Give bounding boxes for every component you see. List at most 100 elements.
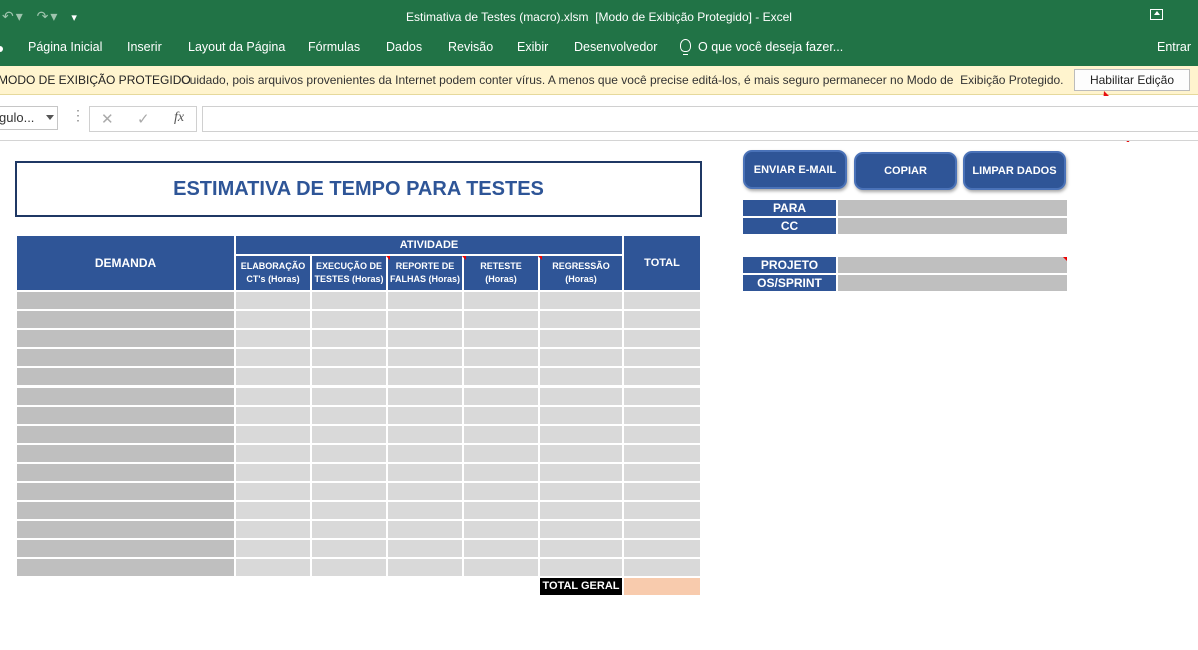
total-cell[interactable] [624,502,700,520]
formula-input[interactable] [202,106,1198,132]
elaboracao-cell[interactable] [236,483,310,501]
elaboracao-cell[interactable] [236,521,310,539]
reteste-cell[interactable] [464,559,538,577]
total-cell[interactable] [624,368,700,386]
elaboracao-cell[interactable] [236,406,310,424]
regressao-cell[interactable] [540,311,622,329]
regressao-cell[interactable] [540,540,622,558]
elaboracao-cell[interactable] [236,330,310,348]
reporte-cell[interactable] [388,483,462,501]
regressao-cell[interactable] [540,483,622,501]
elaboracao-cell[interactable] [236,444,310,462]
tab-inserir[interactable]: Inserir [127,40,162,54]
reteste-cell[interactable] [464,406,538,424]
regressao-cell[interactable] [540,292,622,310]
reporte-cell[interactable] [388,540,462,558]
regressao-cell[interactable] [540,502,622,520]
execucao-cell[interactable] [312,502,386,520]
reporte-cell[interactable] [388,425,462,443]
total-cell[interactable] [624,444,700,462]
tab-dados[interactable]: Dados [386,40,422,54]
total-cell[interactable] [624,425,700,443]
total-cell[interactable] [624,406,700,424]
elaboracao-cell[interactable] [236,559,310,577]
os-sprint-field[interactable] [837,274,1068,292]
projeto-field[interactable] [837,256,1068,274]
total-cell[interactable] [624,540,700,558]
total-cell[interactable] [624,521,700,539]
regressao-cell[interactable] [540,387,622,405]
demanda-cell[interactable] [17,311,234,329]
ribbon-display-options-icon[interactable] [1150,9,1163,20]
elaboracao-cell[interactable] [236,368,310,386]
reporte-cell[interactable] [388,311,462,329]
regressao-cell[interactable] [540,444,622,462]
cc-field[interactable] [837,217,1068,235]
reteste-cell[interactable] [464,368,538,386]
reteste-cell[interactable] [464,444,538,462]
elaboracao-cell[interactable] [236,349,310,367]
reporte-cell[interactable] [388,444,462,462]
demanda-cell[interactable] [17,425,234,443]
execucao-cell[interactable] [312,292,386,310]
total-cell[interactable] [624,349,700,367]
demanda-cell[interactable] [17,521,234,539]
reteste-cell[interactable] [464,349,538,367]
enter-icon[interactable]: ✓ [137,110,150,128]
total-cell[interactable] [624,559,700,577]
demanda-cell[interactable] [17,444,234,462]
total-cell[interactable] [624,463,700,481]
reteste-cell[interactable] [464,463,538,481]
total-geral-value[interactable] [624,578,700,595]
execucao-cell[interactable] [312,349,386,367]
reteste-cell[interactable] [464,311,538,329]
enable-editing-button[interactable]: Habilitar Edição [1074,69,1190,91]
execucao-cell[interactable] [312,483,386,501]
demanda-cell[interactable] [17,540,234,558]
file-tab-edge[interactable] [0,46,3,52]
elaboracao-cell[interactable] [236,463,310,481]
reporte-cell[interactable] [388,406,462,424]
total-cell[interactable] [624,311,700,329]
reporte-cell[interactable] [388,502,462,520]
execucao-cell[interactable] [312,425,386,443]
tab-formulas[interactable]: Fórmulas [308,40,360,54]
demanda-cell[interactable] [17,483,234,501]
regressao-cell[interactable] [540,425,622,443]
reporte-cell[interactable] [388,368,462,386]
cancel-icon[interactable]: ✕ [101,110,114,128]
execucao-cell[interactable] [312,521,386,539]
elaboracao-cell[interactable] [236,292,310,310]
total-cell[interactable] [624,292,700,310]
demanda-cell[interactable] [17,502,234,520]
insert-function-icon[interactable]: fx [174,110,184,126]
reporte-cell[interactable] [388,349,462,367]
tab-revisao[interactable]: Revisão [448,40,493,54]
reteste-cell[interactable] [464,292,538,310]
reteste-cell[interactable] [464,521,538,539]
elaboracao-cell[interactable] [236,540,310,558]
tab-desenvolvedor[interactable]: Desenvolvedor [574,40,657,54]
demanda-cell[interactable] [17,368,234,386]
demanda-cell[interactable] [17,349,234,367]
regressao-cell[interactable] [540,349,622,367]
reteste-cell[interactable] [464,540,538,558]
execucao-cell[interactable] [312,463,386,481]
reteste-cell[interactable] [464,483,538,501]
tab-layout-da-pagina[interactable]: Layout da Página [188,40,285,54]
demanda-cell[interactable] [17,330,234,348]
regressao-cell[interactable] [540,368,622,386]
regressao-cell[interactable] [540,463,622,481]
execucao-cell[interactable] [312,330,386,348]
execucao-cell[interactable] [312,368,386,386]
demanda-cell[interactable] [17,406,234,424]
para-field[interactable] [837,199,1068,217]
send-email-button[interactable]: ENVIAR E-MAIL [743,150,847,189]
reporte-cell[interactable] [388,292,462,310]
regressao-cell[interactable] [540,330,622,348]
total-cell[interactable] [624,387,700,405]
reporte-cell[interactable] [388,463,462,481]
demanda-cell[interactable] [17,387,234,405]
elaboracao-cell[interactable] [236,311,310,329]
regressao-cell[interactable] [540,559,622,577]
